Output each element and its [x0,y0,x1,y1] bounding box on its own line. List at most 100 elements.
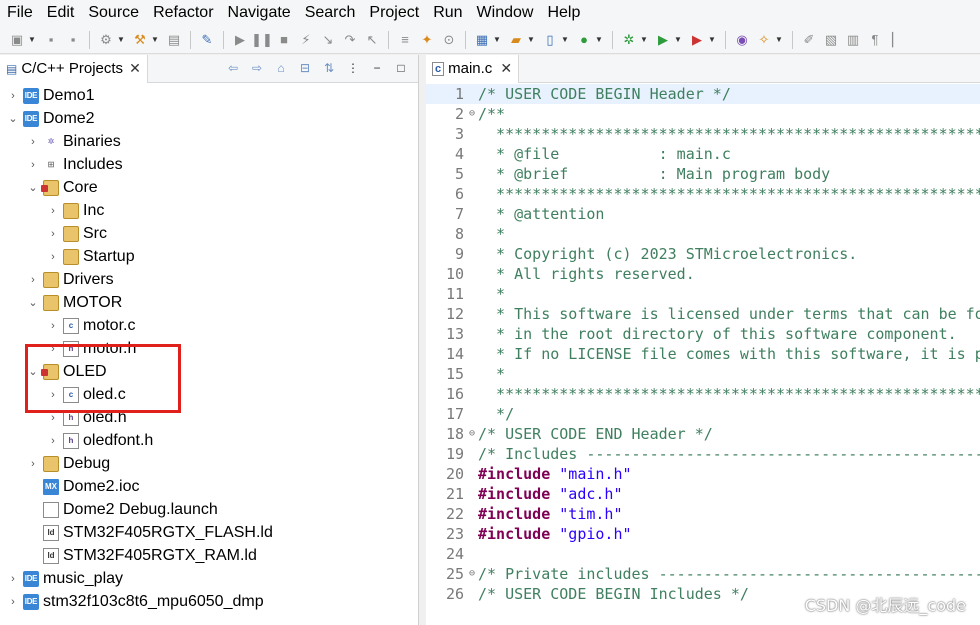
external-tools-dropdown-icon[interactable]: ▼ [708,31,716,49]
tree-item[interactable]: ⌄ OLED [0,360,418,383]
code-line[interactable]: 17 */ [426,404,980,424]
chevron-right-icon[interactable]: › [26,274,40,286]
tree-item[interactable]: › ⊞ Includes [0,153,418,176]
search-torch-icon[interactable]: ✧ [755,31,773,49]
tree-item[interactable]: › c motor.c [0,314,418,337]
mark-icon[interactable]: ▧ [822,31,840,49]
tree-item[interactable]: › Debug [0,452,418,475]
tree-item[interactable]: › h oled.h [0,406,418,429]
tree-item[interactable]: › Startup [0,245,418,268]
chevron-right-icon[interactable]: › [26,136,40,148]
tree-item[interactable]: › c oled.c [0,383,418,406]
chevron-down-icon[interactable]: ⌄ [26,296,40,309]
settings-icon[interactable]: ⚙ [97,31,115,49]
menu-navigate[interactable]: Navigate [221,0,298,26]
new-file-dropdown-icon[interactable]: ▼ [561,31,569,49]
new-icon[interactable]: ▣ [8,31,26,49]
view-menu-icon[interactable]: ⋮ [344,59,362,77]
chevron-right-icon[interactable]: › [46,320,60,332]
run-icon[interactable]: ▶ [654,31,672,49]
target-icon[interactable]: ⊙ [440,31,458,49]
menu-help[interactable]: Help [540,0,587,26]
chevron-right-icon[interactable]: › [46,412,60,424]
format-icon[interactable]: ≡ [396,31,414,49]
run-dropdown-icon[interactable]: ▼ [674,31,682,49]
pen-icon[interactable]: ✐ [800,31,818,49]
collapse-all-icon[interactable]: ⊟ [296,59,314,77]
chevron-down-icon[interactable]: ⌄ [26,181,40,194]
chevron-right-icon[interactable]: › [26,159,40,171]
home-icon[interactable]: ⌂ [272,59,290,77]
tree-item[interactable]: MX Dome2.ioc [0,475,418,498]
code-line[interactable]: 7 * @attention [426,204,980,224]
menu-refactor[interactable]: Refactor [146,0,220,26]
save-all-icon[interactable]: ▪ [64,31,82,49]
code-area[interactable]: 1/* USER CODE BEGIN Header */2 ⊖/** 3 ****… [426,84,980,625]
tree-item[interactable]: › Drivers [0,268,418,291]
new-folder-dropdown-icon[interactable]: ▼ [527,31,535,49]
back-arrow-icon[interactable]: ⇦ [224,59,242,77]
chevron-right-icon[interactable]: › [46,228,60,240]
code-line[interactable]: 5 * @brief : Main program body [426,164,980,184]
tree-item[interactable]: › IDE stm32f103c8t6_mpu6050_dmp [0,590,418,613]
code-line[interactable]: 22 #include "tim.h" [426,504,980,524]
new-folder-icon[interactable]: ▰ [507,31,525,49]
code-line[interactable]: 21 #include "adc.h" [426,484,980,504]
tree-item[interactable]: › IDE music_play [0,567,418,590]
chevron-down-icon[interactable]: ⌄ [6,112,20,125]
forward-arrow-icon[interactable]: ⇨ [248,59,266,77]
code-line[interactable]: 15 * [426,364,980,384]
open-type-icon[interactable]: ◉ [733,31,751,49]
refresh-icon[interactable]: ✦ [418,31,436,49]
code-line[interactable]: 19 /* Includes --------------------------… [426,444,980,464]
step-into-icon[interactable]: ↘ [319,31,337,49]
suspend-icon[interactable]: ❚❚ [251,31,273,49]
tree-item[interactable]: ⌄ IDE Dome2 [0,107,418,130]
code-line[interactable]: 11 * [426,284,980,304]
code-line[interactable]: 6 **************************************… [426,184,980,204]
menu-source[interactable]: Source [81,0,146,26]
code-line[interactable]: 2 ⊖/** [426,104,980,124]
code-line[interactable]: 3 **************************************… [426,124,980,144]
debug-tool-icon[interactable]: ✎ [198,31,216,49]
fold-toggle-icon[interactable]: ⊖ [466,104,478,124]
code-line[interactable]: 8 * [426,224,980,244]
disconnect-icon[interactable]: ⚡ [297,31,315,49]
tree-item[interactable]: › IDE Demo1 [0,84,418,107]
block-icon[interactable]: ▥ [844,31,862,49]
chevron-right-icon[interactable]: › [6,90,20,102]
tree-item[interactable]: ⌄ Core [0,176,418,199]
link-editor-icon[interactable]: ⇅ [320,59,338,77]
code-line[interactable]: 16 *************************************… [426,384,980,404]
tree-item[interactable]: ld STM32F405RGTX_FLASH.ld [0,521,418,544]
whitespace-icon[interactable]: ▏ [888,31,906,49]
debug-dropdown-icon[interactable]: ▼ [640,31,648,49]
save-icon[interactable]: ▪ [42,31,60,49]
binary-icon[interactable]: ▤ [165,31,183,49]
menu-run[interactable]: Run [426,0,469,26]
build-dropdown-icon[interactable]: ▼ [151,31,159,49]
tree-item[interactable]: ld STM32F405RGTX_RAM.ld [0,544,418,567]
tree-item[interactable]: › h oledfont.h [0,429,418,452]
tree-item[interactable]: › h motor.h [0,337,418,360]
external-tools-icon[interactable]: ▶ [688,31,706,49]
tree-item[interactable]: Dome2 Debug.launch [0,498,418,521]
new-class-icon[interactable]: ● [575,31,593,49]
minimize-icon[interactable]: − [368,59,386,77]
code-line[interactable]: 9 * Copyright (c) 2023 STMicroelectronic… [426,244,980,264]
settings-dropdown-icon[interactable]: ▼ [117,31,125,49]
code-line[interactable]: 12 * This software is licensed under ter… [426,304,980,324]
terminate-icon[interactable]: ■ [275,31,293,49]
code-line[interactable]: 25 ⊖/* Private includes -----------------… [426,564,980,584]
chevron-down-icon[interactable]: ⌄ [26,365,40,378]
tree-item[interactable]: ⌄ MOTOR [0,291,418,314]
new-project-icon[interactable]: ▦ [473,31,491,49]
chevron-right-icon[interactable]: › [46,205,60,217]
search-dropdown-icon[interactable]: ▼ [775,31,783,49]
chevron-right-icon[interactable]: › [46,251,60,263]
new-class-dropdown-icon[interactable]: ▼ [595,31,603,49]
pilcrow-icon[interactable]: ¶ [866,31,884,49]
fold-toggle-icon[interactable]: ⊖ [466,564,478,584]
chevron-right-icon[interactable]: › [6,596,20,608]
code-line[interactable]: 24 [426,544,980,564]
